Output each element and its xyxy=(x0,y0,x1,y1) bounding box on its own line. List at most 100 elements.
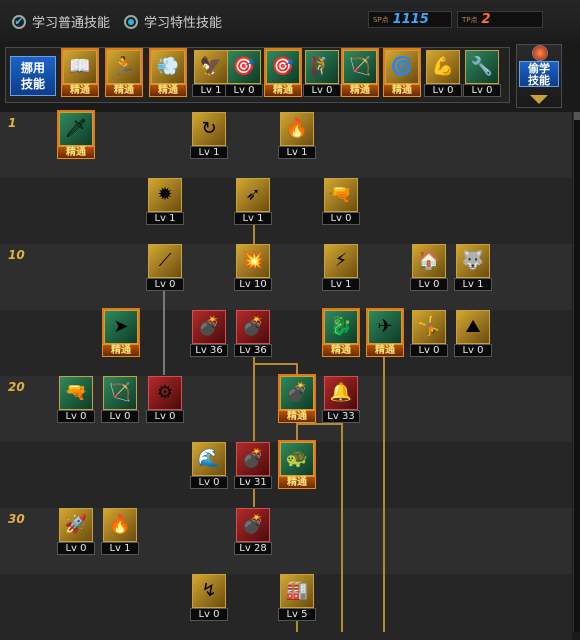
connector-line xyxy=(383,357,385,632)
skill-icon[interactable]: 🏭 xyxy=(280,574,314,608)
skill-level-label: 精通 xyxy=(102,344,140,357)
skill-icon[interactable]: 🔧 xyxy=(465,50,499,84)
borrow-skills-button[interactable]: 挪用 技能 xyxy=(10,56,56,96)
skill-glyph-icon: ⚙ xyxy=(156,382,174,403)
skill-icon[interactable]: 📖 xyxy=(61,48,99,86)
skill-level-label: Lv 31 xyxy=(234,476,272,489)
skill-icon[interactable]: 🤸 xyxy=(412,310,446,344)
skill-icon[interactable]: 💥 xyxy=(236,244,270,278)
tab-learn-normal-skills[interactable]: ✔ 学习普通技能 xyxy=(12,12,110,31)
skill-icon[interactable]: 🔫 xyxy=(324,178,358,212)
skill-level-label: Lv 0 xyxy=(101,410,139,423)
skill-icon[interactable]: ➶ xyxy=(236,178,270,212)
skill-glyph-icon: 🏠 xyxy=(417,250,441,271)
skill-level-label: 精通 xyxy=(366,344,404,357)
skill-icon[interactable]: 🌊 xyxy=(192,442,226,476)
skill-level-label: Lv 28 xyxy=(234,542,272,555)
skill-glyph-icon: ⚡ xyxy=(334,250,348,271)
skill-icon[interactable]: 🏹 xyxy=(103,376,137,410)
skill-icon[interactable]: 💣 xyxy=(278,374,316,412)
skill-glyph-icon: 📖 xyxy=(68,56,92,77)
skill-glyph-icon: 💣 xyxy=(197,316,221,337)
scrollbar[interactable] xyxy=(573,112,580,632)
skill-icon[interactable]: ↯ xyxy=(192,574,226,608)
skill-icon[interactable]: 🦅 xyxy=(194,50,228,84)
skill-level-label: Lv 0 xyxy=(57,542,95,555)
skill-icon[interactable]: 💣 xyxy=(236,442,270,476)
chevron-down-icon[interactable] xyxy=(530,95,548,104)
skill-glyph-icon: 🦅 xyxy=(199,56,223,77)
skill-icon[interactable]: 🌀 xyxy=(383,48,421,86)
skill-icon[interactable]: 💣 xyxy=(192,310,226,344)
skill-level-label: Lv 1 xyxy=(454,278,492,291)
skill-icon[interactable]: ⚙ xyxy=(148,376,182,410)
skill-icon[interactable]: 🎯 xyxy=(264,48,302,86)
skill-icon[interactable]: 🧗 xyxy=(305,50,339,84)
skill-icon[interactable]: 💪 xyxy=(426,50,460,84)
skill-glyph-icon: 🔔 xyxy=(329,382,353,403)
skill-glyph-icon: ↻ xyxy=(201,118,217,139)
skill-icon[interactable]: ⚡ xyxy=(324,244,358,278)
skill-glyph-icon: ✹ xyxy=(157,184,173,205)
skill-icon[interactable]: ➤ xyxy=(102,308,140,346)
skill-glyph-icon: 🏭 xyxy=(285,580,309,601)
skill-level-label: 精通 xyxy=(149,84,187,97)
scroll-up-icon[interactable] xyxy=(574,112,580,120)
skill-level-label: Lv 1 xyxy=(101,542,139,555)
skill-icon[interactable]: 🐉 xyxy=(322,308,360,346)
skill-icon[interactable]: 🐺 xyxy=(456,244,490,278)
skill-level-label: Lv 0 xyxy=(57,410,95,423)
skill-glyph-icon: 💥 xyxy=(241,250,265,271)
skill-icon[interactable]: 🔔 xyxy=(324,376,358,410)
connector-line xyxy=(253,363,298,365)
skill-icon[interactable]: 💣 xyxy=(236,508,270,542)
skill-icon[interactable]: ✹ xyxy=(148,178,182,212)
tab-label: 学习普通技能 xyxy=(32,16,111,31)
skill-level-label: 精通 xyxy=(383,84,421,97)
skill-glyph-icon: 🐺 xyxy=(461,250,485,271)
skill-icon[interactable]: 💨 xyxy=(149,48,187,86)
skill-icon[interactable]: 🔥 xyxy=(280,112,314,146)
skill-level-label: 精通 xyxy=(57,146,95,159)
skill-icon[interactable]: 🏃 xyxy=(105,48,143,86)
skill-icon[interactable]: 🏹 xyxy=(341,48,379,86)
skill-icon[interactable]: ↻ xyxy=(192,112,226,146)
skill-glyph-icon: 🐢 xyxy=(285,448,309,469)
skill-glyph-icon: 🧗 xyxy=(310,56,334,77)
skill-level-label: Lv 0 xyxy=(322,212,360,225)
connector-line xyxy=(253,357,255,441)
skill-icon[interactable]: ⟋ xyxy=(148,244,182,278)
skill-level-label: Lv 0 xyxy=(190,476,228,489)
connector-line xyxy=(296,423,343,425)
skill-icon[interactable]: 🐢 xyxy=(278,440,316,478)
skill-level-label: Lv 0 xyxy=(410,278,448,291)
skill-icon[interactable]: 🚀 xyxy=(59,508,93,542)
skill-level-label: 精通 xyxy=(61,84,99,97)
skill-icon[interactable]: ✈ xyxy=(366,308,404,346)
skill-glyph-icon: ✈ xyxy=(377,316,393,337)
skill-icon[interactable]: 🗡 xyxy=(57,110,95,148)
skill-icon[interactable]: 🔥 xyxy=(103,508,137,542)
tp-label: TP点 xyxy=(462,15,478,24)
skill-icon[interactable]: 🔫 xyxy=(59,376,93,410)
skill-glyph-icon: 🌊 xyxy=(197,448,221,469)
skill-glyph-icon: 🎯 xyxy=(232,56,256,77)
skill-glyph-icon: 🔫 xyxy=(64,382,88,403)
skill-icon[interactable]: ⛰ xyxy=(456,310,490,344)
connector-line xyxy=(163,291,165,375)
sp-points: SP点 1115 xyxy=(368,11,452,28)
steal-skills-button[interactable]: 偷学 技能 xyxy=(516,44,562,108)
skill-level-label: Lv 0 xyxy=(410,344,448,357)
skill-icon[interactable]: 🏠 xyxy=(412,244,446,278)
skill-level-label: Lv 1 xyxy=(234,212,272,225)
connector-line xyxy=(296,423,298,441)
skill-level-label: Lv 0 xyxy=(303,84,341,97)
skill-level-label: Lv 1 xyxy=(278,146,316,159)
skill-icon[interactable]: 💣 xyxy=(236,310,270,344)
skill-level-label: Lv 10 xyxy=(234,278,272,291)
skill-icon[interactable]: 🎯 xyxy=(227,50,261,84)
skill-level-label: Lv 0 xyxy=(225,84,263,97)
skill-glyph-icon: 🏹 xyxy=(108,382,132,403)
checkbox-icon: ✔ xyxy=(12,14,26,29)
tab-learn-special-skills[interactable]: 学习特性技能 xyxy=(124,12,222,31)
